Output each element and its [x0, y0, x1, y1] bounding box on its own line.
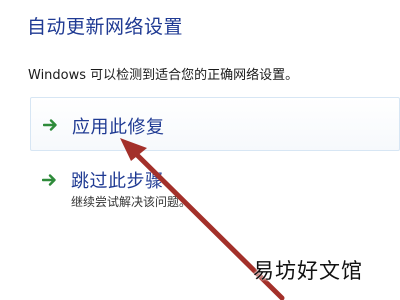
watermark-text: 易坊好文馆	[253, 259, 363, 283]
